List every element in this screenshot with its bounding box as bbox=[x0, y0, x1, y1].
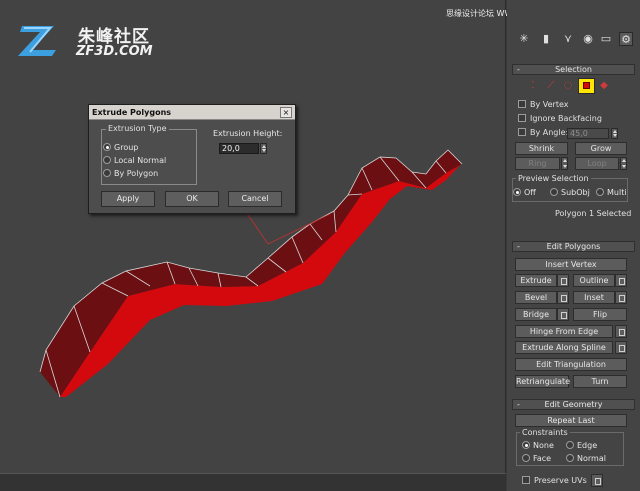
ring-button[interactable]: Ring bbox=[515, 157, 560, 170]
constraints-label: Constraints bbox=[520, 428, 570, 437]
cancel-button[interactable]: Cancel bbox=[228, 191, 282, 207]
display-icon[interactable]: ▭ bbox=[599, 32, 613, 46]
selection-rollout-header[interactable]: - Selection bbox=[512, 64, 635, 75]
radio-dot-icon bbox=[596, 188, 604, 196]
radio-by-polygon[interactable]: By Polygon bbox=[103, 169, 158, 178]
radio-group[interactable]: Group bbox=[103, 143, 138, 152]
extrude-button[interactable]: Extrude bbox=[515, 274, 557, 287]
radio-dot-icon bbox=[103, 143, 111, 151]
extrusion-height-label: Extrusion Height: bbox=[213, 129, 283, 138]
edge-icon[interactable]: ⟋ bbox=[545, 80, 557, 92]
height-spinner[interactable] bbox=[260, 143, 267, 154]
constraint-edge-radio[interactable]: Edge bbox=[566, 441, 597, 450]
zf-logo-icon bbox=[18, 26, 56, 56]
ok-button[interactable]: OK bbox=[165, 191, 219, 207]
checkbox-icon bbox=[518, 114, 526, 122]
edit-polygons-title: Edit Polygons bbox=[546, 242, 601, 251]
edit-polygons-rollout-header[interactable]: - Edit Polygons bbox=[512, 241, 635, 252]
checkbox-icon bbox=[522, 476, 530, 484]
radio-local-normal[interactable]: Local Normal bbox=[103, 156, 166, 165]
hierarchy-icon[interactable]: ⋎ bbox=[561, 32, 575, 46]
polygon-icon[interactable] bbox=[578, 78, 595, 94]
preview-subobj-radio[interactable]: SubObj bbox=[550, 188, 590, 197]
constraint-none-radio[interactable]: None bbox=[522, 441, 554, 450]
utilities-icon[interactable]: ⚙ bbox=[619, 32, 633, 46]
turn-button[interactable]: Turn bbox=[573, 375, 627, 388]
edit-geometry-title: Edit Geometry bbox=[544, 400, 603, 409]
loop-spinner[interactable] bbox=[620, 157, 627, 170]
bevel-button[interactable]: Bevel bbox=[515, 291, 557, 304]
constraint-face-radio[interactable]: Face bbox=[522, 454, 551, 463]
radio-dot-icon bbox=[566, 454, 574, 462]
constraint-normal-radio[interactable]: Normal bbox=[566, 454, 606, 463]
angle-input[interactable]: 45,0 bbox=[567, 128, 609, 139]
extrude-settings-icon[interactable] bbox=[557, 274, 569, 287]
preserve-uvs-settings-icon[interactable] bbox=[591, 474, 603, 487]
motion-icon[interactable]: ◉ bbox=[581, 32, 595, 46]
dialog-title: Extrude Polygons bbox=[89, 105, 295, 120]
checkbox-icon bbox=[518, 128, 526, 136]
radio-dot-icon bbox=[522, 454, 530, 462]
grow-button[interactable]: Grow bbox=[575, 142, 627, 155]
outline-button[interactable]: Outline bbox=[573, 274, 615, 287]
checkbox-icon bbox=[518, 100, 526, 108]
retriangulate-button[interactable]: Retriangulate bbox=[515, 375, 570, 388]
brand-name-en: ZF3D.COM bbox=[76, 44, 153, 59]
by-vertex-checkbox[interactable]: By Vertex bbox=[518, 100, 568, 109]
edit-triangulation-button[interactable]: Edit Triangulation bbox=[515, 358, 627, 371]
extrude-along-spline-button[interactable]: Extrude Along Spline bbox=[515, 341, 613, 354]
extrusion-height-input[interactable]: 20,0 bbox=[219, 143, 259, 154]
radio-dot-icon bbox=[103, 169, 111, 177]
perspective-viewport[interactable] bbox=[0, 0, 506, 473]
bridge-button[interactable]: Bridge bbox=[515, 308, 557, 321]
inset-settings-icon[interactable] bbox=[615, 291, 627, 304]
hinge-settings-icon[interactable] bbox=[615, 325, 627, 338]
selection-title: Selection bbox=[555, 65, 592, 74]
border-icon[interactable]: ◌ bbox=[562, 80, 574, 92]
repeat-last-button[interactable]: Repeat Last bbox=[515, 414, 627, 427]
brand-logo: 朱峰社区 ZF3D.COM bbox=[16, 18, 156, 64]
close-button[interactable]: × bbox=[280, 107, 292, 118]
radio-dot-icon bbox=[522, 441, 530, 449]
radio-dot-icon bbox=[566, 441, 574, 449]
flip-button[interactable]: Flip bbox=[573, 308, 627, 321]
shrink-button[interactable]: Shrink bbox=[515, 142, 568, 155]
collapse-icon: - bbox=[517, 400, 520, 409]
element-icon[interactable]: ◆ bbox=[598, 80, 610, 92]
insert-vertex-button[interactable]: Insert Vertex bbox=[515, 258, 627, 271]
edit-geometry-rollout-header[interactable]: - Edit Geometry bbox=[512, 399, 635, 410]
bridge-settings-icon[interactable] bbox=[557, 308, 569, 321]
by-angle-checkbox[interactable]: By Angle: bbox=[518, 128, 568, 137]
radio-dot-icon bbox=[513, 188, 521, 196]
ignore-backfacing-checkbox[interactable]: Ignore Backfacing bbox=[518, 114, 602, 123]
ring-spinner[interactable] bbox=[561, 157, 568, 170]
angle-spinner[interactable] bbox=[611, 128, 618, 139]
vertex-icon[interactable]: ⁚ bbox=[527, 80, 539, 92]
apply-button[interactable]: Apply bbox=[101, 191, 155, 207]
extrusion-type-label: Extrusion Type bbox=[106, 124, 169, 133]
preserve-uvs-checkbox[interactable]: Preserve UVs bbox=[522, 476, 587, 485]
extruded-spline-mesh[interactable] bbox=[0, 0, 506, 473]
hinge-from-edge-button[interactable]: Hinge From Edge bbox=[515, 325, 613, 338]
selection-status: Polygon 1 Selected bbox=[555, 209, 632, 218]
loop-button[interactable]: Loop bbox=[575, 157, 619, 170]
collapse-icon: - bbox=[517, 242, 520, 251]
radio-dot-icon bbox=[550, 188, 558, 196]
bevel-settings-icon[interactable] bbox=[557, 291, 569, 304]
extrude-spline-settings-icon[interactable] bbox=[615, 341, 627, 354]
inset-button[interactable]: Inset bbox=[573, 291, 615, 304]
preview-off-radio[interactable]: Off bbox=[513, 188, 536, 197]
collapse-icon: - bbox=[517, 65, 520, 74]
create-icon[interactable]: ✳ bbox=[517, 32, 531, 46]
modify-icon[interactable]: ▮ bbox=[539, 32, 553, 46]
radio-dot-icon bbox=[103, 156, 111, 164]
outline-settings-icon[interactable] bbox=[615, 274, 627, 287]
viewport-status-strip bbox=[0, 473, 506, 491]
command-panel-tabs: ✳ ▮ ⋎ ◉ ▭ ⚙ bbox=[513, 30, 637, 50]
preview-selection-label: Preview Selection bbox=[516, 174, 591, 183]
extrude-polygons-dialog: Extrude Polygons × Extrusion Type Group … bbox=[88, 104, 296, 214]
preview-multi-radio[interactable]: Multi bbox=[596, 188, 627, 197]
